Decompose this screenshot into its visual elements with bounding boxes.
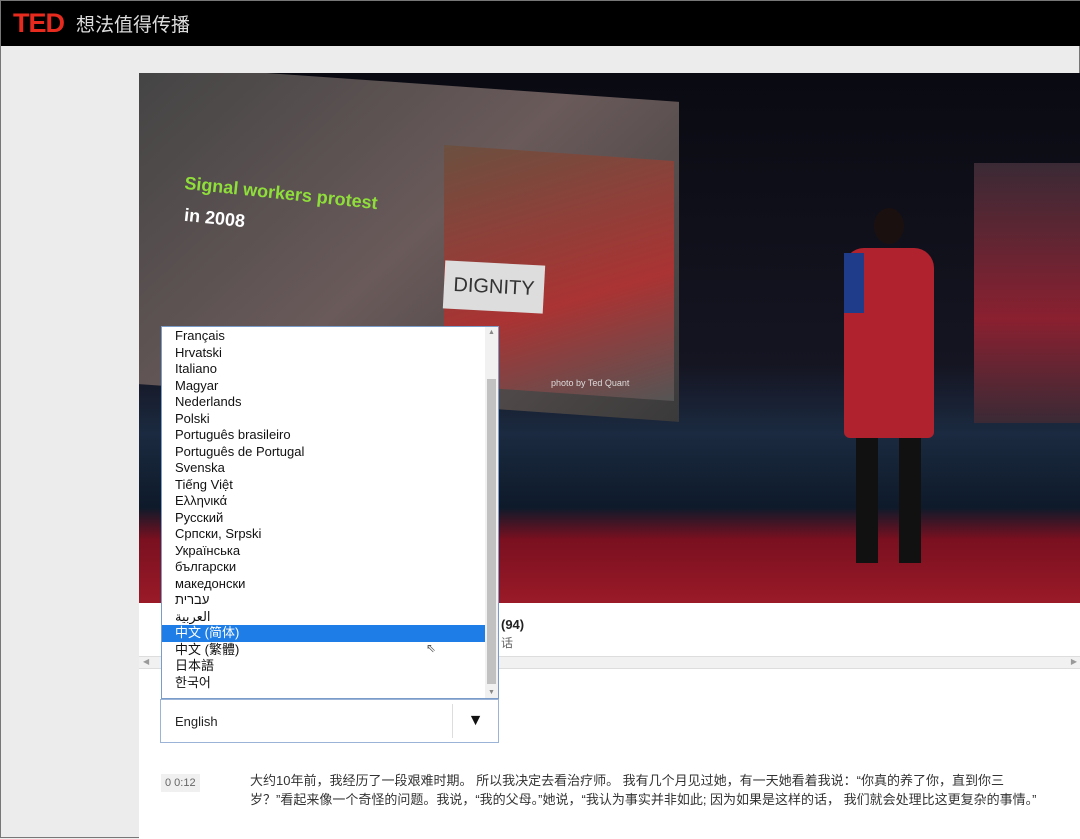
language-option[interactable]: 中文 (繁體) bbox=[162, 642, 485, 659]
meta-subtext: 话 bbox=[501, 636, 514, 650]
mouse-cursor-icon: ⇖ bbox=[426, 641, 437, 655]
scroll-down-icon[interactable]: ▼ bbox=[488, 689, 495, 696]
language-option[interactable]: 한국어 bbox=[162, 675, 485, 692]
language-option[interactable]: Magyar bbox=[162, 378, 485, 395]
language-option[interactable]: Русский bbox=[162, 510, 485, 527]
language-option[interactable]: Polski bbox=[162, 411, 485, 428]
language-option[interactable]: Português de Portugal bbox=[162, 444, 485, 461]
language-option[interactable]: български bbox=[162, 559, 485, 576]
language-option[interactable]: Hrvatski bbox=[162, 345, 485, 362]
photo-credit: photo by Ted Quant bbox=[551, 378, 630, 388]
language-option[interactable]: 中文 (简体) bbox=[162, 625, 485, 642]
language-option[interactable]: Svenska bbox=[162, 460, 485, 477]
slogan: 想法值得传播 bbox=[76, 15, 191, 36]
speaker bbox=[844, 208, 934, 568]
scroll-up-icon[interactable]: ▲ bbox=[488, 329, 495, 336]
timestamp-link[interactable]: 0 0:12 bbox=[161, 774, 200, 792]
transcript-count: (94) bbox=[501, 617, 525, 632]
scroll-left-icon[interactable]: ◀ bbox=[143, 657, 149, 666]
language-option[interactable]: Italiano bbox=[162, 361, 485, 378]
ted-logo[interactable]: TED bbox=[13, 8, 65, 39]
language-option[interactable]: 日本語 bbox=[162, 658, 485, 675]
language-option[interactable]: العربية bbox=[162, 609, 485, 626]
language-option[interactable]: македонски bbox=[162, 576, 485, 593]
scroll-right-icon[interactable]: ▶ bbox=[1071, 657, 1077, 666]
dropdown-arrow-icon[interactable]: ▼ bbox=[453, 712, 498, 730]
dropdown-scrollbar[interactable]: ▲ ▼ bbox=[485, 327, 498, 698]
language-select[interactable]: English ▼ bbox=[160, 699, 499, 743]
top-bar: TED 想法值得传播 bbox=[1, 1, 1080, 46]
language-option[interactable]: עברית bbox=[162, 592, 485, 609]
transcript-text: 大约10年前，我经历了一段艰难时期。 所以我决定去看治疗师。 我有几个月见过她，… bbox=[250, 773, 1037, 807]
language-option[interactable]: Nederlands bbox=[162, 394, 485, 411]
language-option[interactable]: Српски, Srpski bbox=[162, 526, 485, 543]
dignity-sign: DIGNITY bbox=[442, 260, 546, 314]
language-dropdown-list[interactable]: Français Hrvatski Italiano Magyar Nederlands… bbox=[161, 326, 499, 699]
scrollbar-thumb[interactable] bbox=[487, 379, 496, 684]
language-option[interactable]: Français bbox=[162, 328, 485, 345]
language-option[interactable]: Ελληνικά bbox=[162, 493, 485, 510]
language-select-value: English bbox=[175, 713, 218, 729]
language-option[interactable]: Português brasileiro bbox=[162, 427, 485, 444]
language-option[interactable]: Українська bbox=[162, 543, 485, 560]
language-option[interactable]: Tiếng Việt bbox=[162, 477, 485, 494]
